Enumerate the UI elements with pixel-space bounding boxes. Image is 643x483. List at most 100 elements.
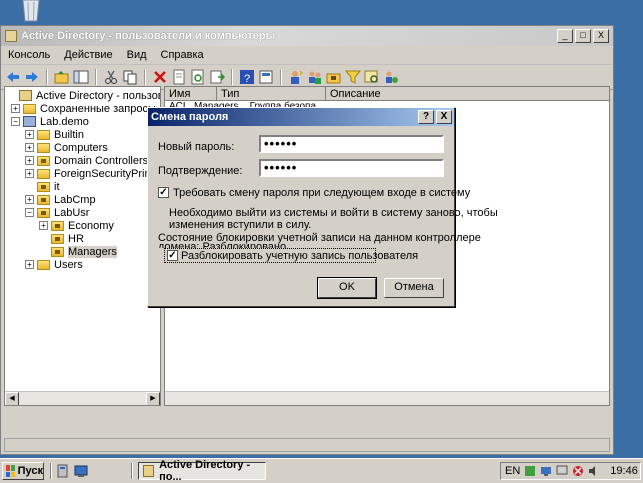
tree-item-label: Сохраненные запросы — [40, 102, 156, 115]
tree-root[interactable]: Active Directory - пользователи и — [7, 89, 160, 102]
dialog-title: Смена пароля — [151, 111, 229, 123]
list-horizontal-scrollbar[interactable] — [165, 391, 609, 405]
taskbar-item-ad[interactable]: Active Directory - по... — [138, 459, 266, 483]
collapse-icon[interactable]: − — [25, 208, 34, 217]
tree-horizontal-scrollbar[interactable]: ◀ ▶ — [5, 391, 160, 405]
expand-icon[interactable]: + — [39, 221, 48, 230]
new-password-input[interactable]: •••••• — [259, 135, 444, 153]
column-header-type[interactable]: Тип — [217, 87, 326, 101]
tray-volume-icon[interactable] — [588, 465, 600, 477]
tree-item-foreign-security[interactable]: + ForeignSecurityPrincipal — [25, 167, 160, 180]
confirm-password-input[interactable]: •••••• — [259, 159, 444, 177]
expand-icon[interactable]: + — [11, 104, 20, 113]
menu-view[interactable]: Вид — [120, 49, 154, 61]
window-titlebar[interactable]: Active Directory - пользователи и компью… — [1, 26, 613, 46]
copy-icon[interactable] — [122, 69, 138, 85]
properties-icon[interactable] — [171, 69, 187, 85]
close-button[interactable]: X — [593, 29, 609, 43]
tree-item-labcmp[interactable]: + LabCmp — [25, 193, 96, 206]
tree-pane[interactable]: Active Directory - пользователи и + Сохр… — [4, 86, 161, 406]
expand-icon[interactable]: + — [25, 260, 34, 269]
dialog-help-button[interactable]: ? — [418, 110, 434, 124]
unlock-account-label: Разблокировать учетную запись пользовате… — [181, 250, 419, 262]
scroll-left-icon[interactable]: ◀ — [5, 392, 19, 405]
start-button[interactable]: Пуск — [2, 462, 44, 480]
tree-item-domain-controllers[interactable]: + Domain Controllers — [25, 154, 148, 167]
ou-folder-icon — [37, 181, 50, 192]
tree-item-managers[interactable]: Managers — [39, 245, 117, 258]
tray-monitor-icon[interactable] — [556, 465, 568, 477]
tree-item-saved-queries[interactable]: + Сохраненные запросы — [11, 102, 156, 115]
tree-item-label: it — [54, 180, 60, 193]
add-to-group-icon[interactable] — [383, 69, 399, 85]
tray-security-icon[interactable] — [572, 465, 584, 477]
new-ou-icon[interactable] — [326, 69, 342, 85]
tree-item-builtin[interactable]: + Builtin — [25, 128, 84, 141]
export-list-icon[interactable] — [209, 69, 225, 85]
forward-arrow-icon[interactable] — [24, 69, 40, 85]
back-arrow-icon[interactable] — [5, 69, 21, 85]
collapse-icon[interactable]: − — [11, 117, 20, 126]
ou-folder-icon — [37, 194, 50, 205]
windows-logo-icon — [6, 465, 15, 477]
tray-app-icon[interactable] — [524, 465, 536, 477]
cancel-button[interactable]: Отмена — [384, 278, 444, 298]
find-icon[interactable] — [364, 69, 380, 85]
require-change-checkbox[interactable]: ✓ — [158, 187, 169, 198]
server-manager-icon[interactable] — [56, 464, 70, 478]
logoff-note-line2: изменения вступили в силу. — [169, 219, 312, 231]
refresh-icon[interactable] — [190, 69, 206, 85]
ou-folder-icon — [37, 155, 50, 166]
expand-icon[interactable]: + — [25, 130, 34, 139]
recycle-bin-icon[interactable] — [14, 0, 48, 22]
folder-icon — [37, 259, 50, 270]
dialog-close-button[interactable]: X — [436, 110, 452, 124]
expand-icon[interactable]: + — [25, 143, 34, 152]
up-folder-icon[interactable] — [54, 69, 70, 85]
unlock-account-checkbox[interactable]: ✓ — [167, 250, 178, 261]
ok-button[interactable]: OK — [317, 277, 377, 299]
tree-item-domain[interactable]: − Lab.demo — [11, 115, 89, 128]
tree-item-label: Lab.demo — [40, 115, 89, 128]
expand-icon[interactable]: + — [25, 156, 34, 165]
new-user-icon[interactable] — [288, 69, 304, 85]
language-indicator[interactable]: EN — [505, 465, 520, 477]
menu-console[interactable]: Консоль — [1, 49, 57, 61]
column-header-name[interactable]: Имя — [165, 87, 217, 101]
help-icon[interactable]: ? — [239, 69, 255, 85]
tree-item-computers[interactable]: + Computers — [25, 141, 108, 154]
scroll-right-icon[interactable]: ▶ — [146, 392, 160, 405]
tree-item-it[interactable]: it — [25, 180, 60, 193]
show-desktop-icon[interactable] — [74, 464, 88, 478]
dialog-titlebar[interactable]: Смена пароля ? X — [148, 108, 454, 126]
require-change-label: Требовать смену пароля при следующем вхо… — [173, 187, 471, 199]
tree-item-hr[interactable]: HR — [39, 232, 84, 245]
tree-item-economy[interactable]: + Economy — [39, 219, 114, 232]
view-icon[interactable] — [258, 69, 274, 85]
change-password-dialog: Смена пароля ? X Новый пароль: •••••• По… — [147, 107, 498, 307]
minimize-button[interactable]: _ — [557, 29, 573, 43]
expand-icon[interactable]: + — [25, 195, 34, 204]
menu-help[interactable]: Справка — [154, 49, 211, 61]
tree-item-label: LabUsr — [54, 206, 90, 219]
new-group-icon[interactable] — [307, 69, 323, 85]
maximize-button[interactable]: □ — [575, 29, 591, 43]
tree-item-label: Managers — [68, 245, 117, 258]
menu-action[interactable]: Действие — [57, 49, 119, 61]
show-tree-icon[interactable] — [73, 69, 89, 85]
tree-item-users[interactable]: + Users — [25, 258, 83, 271]
start-label: Пуск — [17, 465, 43, 477]
ou-folder-icon — [37, 207, 50, 218]
tray-network-icon[interactable] — [540, 465, 552, 477]
filter-icon[interactable] — [345, 69, 361, 85]
tree-item-label: ForeignSecurityPrincipal — [54, 167, 160, 180]
delete-icon[interactable] — [152, 69, 168, 85]
folder-icon — [37, 142, 50, 153]
tree-item-labusr[interactable]: − LabUsr — [25, 206, 89, 219]
column-header-description[interactable]: Описание — [326, 87, 609, 101]
cut-icon[interactable] — [103, 69, 119, 85]
tree-item-label: LabCmp — [54, 193, 96, 206]
tree-item-label: Users — [54, 258, 83, 271]
expand-icon[interactable]: + — [25, 169, 34, 178]
tree-item-label: Builtin — [54, 128, 84, 141]
